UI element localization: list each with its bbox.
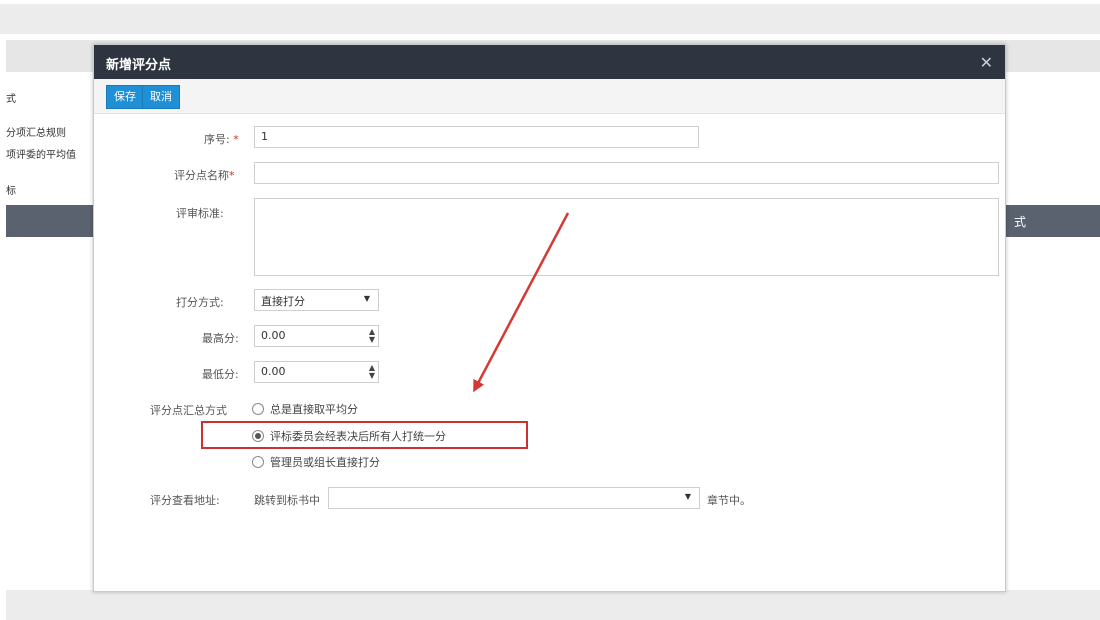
name-label: 评分点名称* — [174, 169, 235, 182]
highlight-box — [201, 421, 528, 449]
background-text: 标 — [6, 186, 16, 197]
add-scoring-point-dialog: 新增评分点 ✕ 保存 取消 序号: * 1 评分点名称* 评审标准: 打分方式:… — [93, 44, 1006, 592]
criteria-label: 评审标准: — [176, 207, 224, 220]
seq-label: 序号: * — [204, 133, 239, 146]
max-score-label: 最高分: — [202, 332, 239, 345]
summary-option[interactable]: 管理员或组长直接打分 — [252, 454, 380, 470]
chevron-down-icon: ▼ — [363, 294, 370, 303]
scoring-method-label: 打分方式: — [176, 296, 224, 309]
dialog-titlebar: 新增评分点 ✕ — [94, 45, 1005, 79]
scoring-method-select[interactable]: 直接打分 ▼ — [254, 289, 379, 311]
scoring-method-value: 直接打分 — [261, 295, 305, 308]
view-address-prefix: 跳转到标书中 — [254, 494, 320, 507]
chevron-down-icon: ▼ — [684, 492, 691, 501]
view-address-suffix: 章节中。 — [707, 494, 751, 507]
stepper-arrows-icon[interactable]: ▲ ▼ — [369, 364, 375, 380]
summary-option-label: 管理员或组长直接打分 — [270, 456, 380, 469]
summary-option[interactable]: 总是直接取平均分 — [252, 401, 358, 417]
cancel-button[interactable]: 取消 — [142, 85, 180, 109]
view-address-label: 评分查看地址: — [150, 494, 220, 507]
required-mark: * — [229, 169, 235, 182]
radio-button[interactable] — [252, 403, 264, 415]
header-band — [0, 4, 1100, 34]
summary-option-label: 总是直接取平均分 — [270, 403, 358, 416]
criteria-textarea[interactable] — [254, 198, 999, 276]
name-input[interactable] — [254, 162, 999, 184]
close-icon[interactable]: ✕ — [980, 53, 993, 72]
background-text: 分项汇总规则 — [6, 128, 66, 139]
max-score-stepper[interactable]: 0.00 ▲ ▼ — [254, 325, 379, 347]
min-score-value: 0.00 — [261, 365, 286, 378]
background-header-label: 式 — [1013, 215, 1026, 229]
radio-button[interactable] — [252, 456, 264, 468]
max-score-value: 0.00 — [261, 329, 286, 342]
min-score-label: 最低分: — [202, 368, 239, 381]
background-text: 式 — [6, 94, 16, 105]
save-button[interactable]: 保存 — [106, 85, 144, 109]
min-score-stepper[interactable]: 0.00 ▲ ▼ — [254, 361, 379, 383]
required-mark: * — [233, 133, 239, 146]
background-text: 项评委的平均值 — [6, 150, 76, 161]
summary-label: 评分点汇总方式 — [150, 404, 227, 417]
dialog-toolbar: 保存 取消 — [94, 79, 1005, 114]
stepper-arrows-icon[interactable]: ▲ ▼ — [369, 328, 375, 344]
page-bottom — [6, 590, 1100, 620]
seq-input[interactable]: 1 — [254, 126, 699, 148]
view-address-select[interactable]: ▼ — [328, 487, 700, 509]
dialog-title: 新增评分点 — [106, 58, 172, 73]
